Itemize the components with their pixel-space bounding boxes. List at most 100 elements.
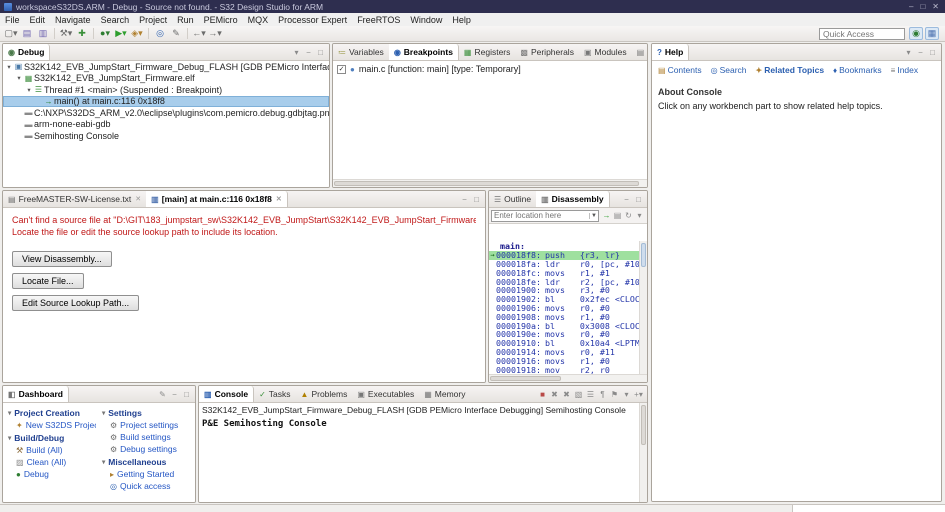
asm-line[interactable]: 00001906: movs r0, #0 bbox=[489, 304, 639, 313]
asm-line[interactable]: 00001908: movs r1, #0 bbox=[489, 312, 639, 321]
display-console-icon[interactable]: ▾ bbox=[622, 389, 631, 400]
terminate-icon[interactable]: ■ bbox=[538, 389, 547, 400]
maximize-icon[interactable]: □ bbox=[316, 47, 325, 58]
debug-link[interactable]: ● Debug bbox=[16, 469, 96, 479]
expander-icon[interactable]: ▾ bbox=[15, 74, 23, 82]
external-tools-icon[interactable]: ◈▾ bbox=[130, 27, 144, 40]
horizontal-scrollbar[interactable] bbox=[489, 374, 647, 382]
asm-line[interactable]: 00001914: movs r0, #11 bbox=[489, 348, 639, 357]
goto-pc-icon[interactable]: → bbox=[601, 210, 612, 222]
window-minimize-button[interactable]: – bbox=[909, 2, 913, 11]
tab-dashboard[interactable]: ◧ Dashboard bbox=[3, 386, 69, 402]
asm-line[interactable]: 000018f8: push {r3, lr} bbox=[489, 250, 639, 260]
tree-row[interactable]: ▬ Semihosting Console bbox=[3, 130, 329, 142]
remove-launch-icon[interactable]: ✖ bbox=[550, 389, 559, 400]
view-menu-icon[interactable]: ▾ bbox=[634, 210, 645, 222]
menu-item[interactable]: MQX bbox=[243, 13, 274, 26]
tab-variables[interactable]: ≔ Variables bbox=[333, 44, 389, 60]
breakpoint-checkbox[interactable]: ✓ bbox=[337, 64, 346, 74]
asm-line[interactable]: 000018fa: ldr r0, [pc, #108] ; (0 bbox=[489, 260, 639, 269]
tab-breakpoints[interactable]: ◉ Breakpoints bbox=[388, 44, 459, 60]
pin-console-icon[interactable]: ⚑ bbox=[610, 389, 619, 400]
back-icon[interactable]: ←▾ bbox=[192, 27, 206, 40]
save-icon[interactable]: ▤ bbox=[20, 27, 34, 40]
vertical-scrollbar[interactable] bbox=[639, 403, 647, 502]
help-index-link[interactable]: ≡ Index bbox=[891, 65, 918, 75]
debug-settings-link[interactable]: ⚙ Debug settings bbox=[110, 444, 190, 454]
tab-modules[interactable]: ▣ Modules bbox=[579, 44, 632, 60]
minimize-icon[interactable]: − bbox=[304, 47, 313, 58]
run-icon[interactable]: ▶▾ bbox=[114, 27, 128, 40]
quick-access-input[interactable] bbox=[819, 27, 905, 40]
asm-line[interactable]: 00001910: bl 0x10a4 <LPTMR0_Init> bbox=[489, 339, 639, 348]
console-output[interactable]: P&E Semihosting Console bbox=[199, 417, 647, 431]
location-input[interactable] bbox=[492, 211, 589, 220]
maximize-icon[interactable]: □ bbox=[472, 194, 481, 205]
tree-row-selected[interactable]: → main() at main.c:116 0x18f8 bbox=[3, 95, 329, 107]
asm-line[interactable]: 000018fc: movs r1, #1 bbox=[489, 268, 639, 277]
scroll-lock-icon[interactable]: ☰ bbox=[586, 389, 595, 400]
remove-all-launches-icon[interactable]: ✖ bbox=[562, 389, 571, 400]
forward-icon[interactable]: →▾ bbox=[208, 27, 222, 40]
minimize-icon[interactable]: − bbox=[622, 194, 631, 205]
breakpoint-item[interactable]: ✓ ● main.c [function: main] [type: Tempo… bbox=[333, 61, 647, 77]
help-related-topics-link[interactable]: ✦ Related Topics bbox=[756, 65, 825, 75]
view-disassembly-button[interactable]: View Disassembly... bbox=[12, 251, 112, 267]
vertical-scrollbar[interactable] bbox=[639, 241, 647, 374]
menu-item[interactable]: Project bbox=[134, 13, 172, 26]
asm-line[interactable]: 00001900: movs r3, #0 bbox=[489, 286, 639, 295]
new-wizard-icon[interactable]: ▢▾ bbox=[4, 27, 18, 40]
tab-console[interactable]: ▥ Console bbox=[199, 386, 255, 402]
menu-item[interactable]: Search bbox=[96, 13, 135, 26]
view-menu-icon[interactable]: ▾ bbox=[904, 47, 913, 58]
locate-file-button[interactable]: Locate File... bbox=[12, 273, 84, 289]
tab-memory[interactable]: ▦ Memory bbox=[419, 386, 470, 402]
show-source-icon[interactable]: ▤ bbox=[612, 210, 623, 222]
asm-line[interactable]: 00001916: movs r1, #0 bbox=[489, 356, 639, 365]
expander-icon[interactable]: ▾ bbox=[25, 86, 33, 94]
help-contents-link[interactable]: ▤ Contents bbox=[658, 65, 702, 75]
debug-icon[interactable]: ●▾ bbox=[98, 27, 112, 40]
tab-outline[interactable]: ☰ Outline bbox=[489, 191, 536, 207]
open-console-icon[interactable]: +▾ bbox=[634, 389, 643, 400]
maximize-icon[interactable]: □ bbox=[634, 194, 643, 205]
menu-item[interactable]: Edit bbox=[25, 13, 51, 26]
asm-line[interactable]: 00001902: bl 0x2fec <CLOCK_SYS_In bbox=[489, 295, 639, 304]
asm-line[interactable]: 0000190e: movs r0, #0 bbox=[489, 330, 639, 339]
window-maximize-button[interactable]: □ bbox=[920, 2, 925, 11]
new-s32ds-project-link[interactable]: ✦ New S32DS Project from Example bbox=[16, 420, 96, 430]
debug-perspective-icon[interactable]: ◉ bbox=[909, 27, 923, 40]
menu-item[interactable]: PEMicro bbox=[199, 13, 243, 26]
tab-disassembly[interactable]: ▥ Disassembly bbox=[536, 191, 610, 207]
section-expander-icon[interactable]: ▾ bbox=[102, 458, 105, 466]
close-tab-icon[interactable]: ✕ bbox=[276, 195, 282, 203]
menu-item[interactable]: Help bbox=[447, 13, 476, 26]
tree-row[interactable]: ▾ ☰ Thread #1 <main> (Suspended : Breakp… bbox=[3, 84, 329, 96]
help-search-link[interactable]: ◎ Search bbox=[711, 65, 747, 75]
edit-source-lookup-path-button[interactable]: Edit Source Lookup Path... bbox=[12, 295, 140, 311]
minimize-icon[interactable]: − bbox=[916, 47, 925, 58]
cpp-perspective-icon[interactable]: ▦ bbox=[925, 27, 939, 40]
section-expander-icon[interactable]: ▾ bbox=[8, 409, 11, 417]
sync-icon[interactable]: ↻ bbox=[623, 210, 634, 222]
tab-problems[interactable]: ▲ Problems bbox=[296, 386, 353, 402]
tool-icon[interactable] bbox=[148, 28, 149, 39]
section-expander-icon[interactable]: ▾ bbox=[8, 434, 11, 442]
tab-freemaster-license[interactable]: ▤ FreeMASTER-SW-License.txt ✕ bbox=[3, 191, 146, 207]
tool-icon[interactable] bbox=[54, 28, 55, 39]
help-bookmarks-link[interactable]: ♦ Bookmarks bbox=[833, 65, 882, 75]
project-settings-link[interactable]: ⚙ Project settings bbox=[110, 420, 190, 430]
edit-dashboard-icon[interactable]: ✎ bbox=[158, 389, 167, 400]
minimize-icon[interactable]: − bbox=[170, 389, 179, 400]
window-close-button[interactable]: ✕ bbox=[932, 2, 939, 11]
tree-row[interactable]: ▬ C:\NXP\S32DS_ARM_v2.0\eclipse\plugins\… bbox=[3, 107, 330, 119]
new-source-file-icon[interactable]: ✚ bbox=[75, 27, 89, 40]
mark-occurrences-icon[interactable]: ✎ bbox=[169, 27, 183, 40]
tab-peripherals[interactable]: ▩ Peripherals bbox=[515, 44, 579, 60]
expander-icon[interactable]: ▾ bbox=[5, 63, 13, 71]
tab-registers[interactable]: ▦ Registers bbox=[459, 44, 515, 60]
tree-row[interactable]: ▬ arm-none-eabi-gdb bbox=[3, 119, 329, 131]
maximize-icon[interactable]: □ bbox=[928, 47, 937, 58]
tab-embsys-registers[interactable]: ▤ EmbSys Registers bbox=[632, 44, 647, 60]
maximize-icon[interactable]: □ bbox=[182, 389, 191, 400]
